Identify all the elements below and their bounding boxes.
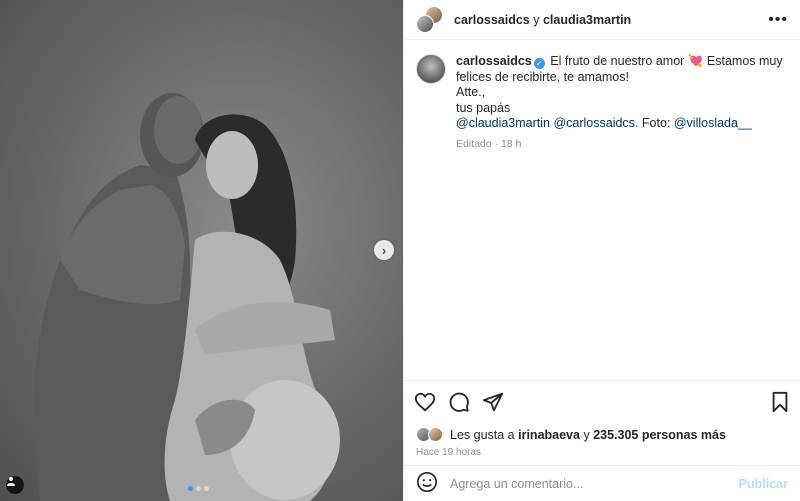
comment-input[interactable]	[450, 476, 739, 491]
edited-label: Editado	[456, 137, 492, 150]
publish-button[interactable]: Publicar	[739, 477, 788, 491]
likes-count[interactable]: 235.305 personas más	[593, 428, 726, 442]
mention-link[interactable]: @villoslada__	[674, 116, 752, 130]
ellipsis-icon[interactable]: •••	[768, 11, 788, 29]
meta-separator: ·	[494, 137, 499, 150]
avatar[interactable]	[416, 54, 446, 84]
caption-age[interactable]: 18 h	[501, 138, 521, 150]
caption-body: carlossaidcs ✓ El fruto de nuestro amor 💘…	[456, 54, 786, 150]
photo-illustration	[34, 93, 340, 501]
heart-icon[interactable]	[414, 391, 436, 416]
share-icon[interactable]	[482, 391, 504, 416]
caption-line-atte: Atte.,	[456, 85, 486, 99]
collab-avatars[interactable]	[416, 5, 444, 34]
likes-prefix: Les gusta a	[450, 428, 515, 442]
carousel-dot	[204, 486, 209, 491]
post-photo[interactable]: ›	[0, 0, 403, 501]
comment-composer: Publicar	[404, 465, 800, 501]
authors-joiner: y	[533, 12, 540, 27]
post-modal: › carlossaidcs y claudia3martin ••• carl…	[0, 0, 800, 501]
action-bar	[404, 381, 800, 425]
carousel-next-button[interactable]: ›	[374, 240, 394, 260]
caption-foto-label: . Foto:	[634, 116, 671, 130]
liker-username[interactable]: irinabaeva	[518, 428, 580, 442]
likes-summary: Les gusta a irinabaeva y 235.305 persona…	[404, 425, 800, 445]
bookmark-icon[interactable]	[770, 391, 790, 416]
post-side-panel: carlossaidcs y claudia3martin ••• carlos…	[403, 0, 800, 501]
author-link-1[interactable]: carlossaidcs	[454, 13, 530, 27]
likes-and: y	[583, 428, 590, 442]
carousel-dot	[188, 486, 193, 491]
comments-area: carlossaidcs ✓ El fruto de nuestro amor 💘…	[404, 40, 800, 381]
carousel-dot	[196, 486, 201, 491]
caption-text: carlossaidcs ✓ El fruto de nuestro amor 💘…	[456, 54, 786, 132]
tagged-users-icon[interactable]	[6, 476, 24, 494]
mention-link[interactable]: @carlossaidcs	[553, 116, 634, 130]
caption-username[interactable]: carlossaidcs	[456, 54, 532, 68]
avatar	[428, 427, 443, 442]
caption-line-papas: tus papás	[456, 100, 511, 115]
verified-icon: ✓	[533, 58, 545, 69]
post-timestamp: Hace 19 horas	[416, 447, 482, 458]
comment-icon[interactable]	[448, 391, 470, 416]
carousel-dots	[188, 486, 209, 491]
heart-emoji: 💘	[687, 54, 704, 68]
mention-link[interactable]: @claudia3martin	[456, 116, 550, 130]
emoji-icon[interactable]	[416, 471, 438, 496]
avatar	[416, 14, 434, 33]
caption: carlossaidcs ✓ El fruto de nuestro amor 💘…	[416, 54, 786, 150]
caption-line-1: El fruto de nuestro amor	[550, 54, 685, 68]
post-authors: carlossaidcs y claudia3martin	[454, 13, 768, 27]
person-icon	[7, 477, 15, 486]
post-header: carlossaidcs y claudia3martin •••	[404, 0, 800, 40]
liker-avatars	[416, 427, 446, 443]
author-link-2[interactable]: claudia3martin	[543, 13, 631, 27]
caption-meta: Editado · 18 h	[456, 138, 786, 150]
